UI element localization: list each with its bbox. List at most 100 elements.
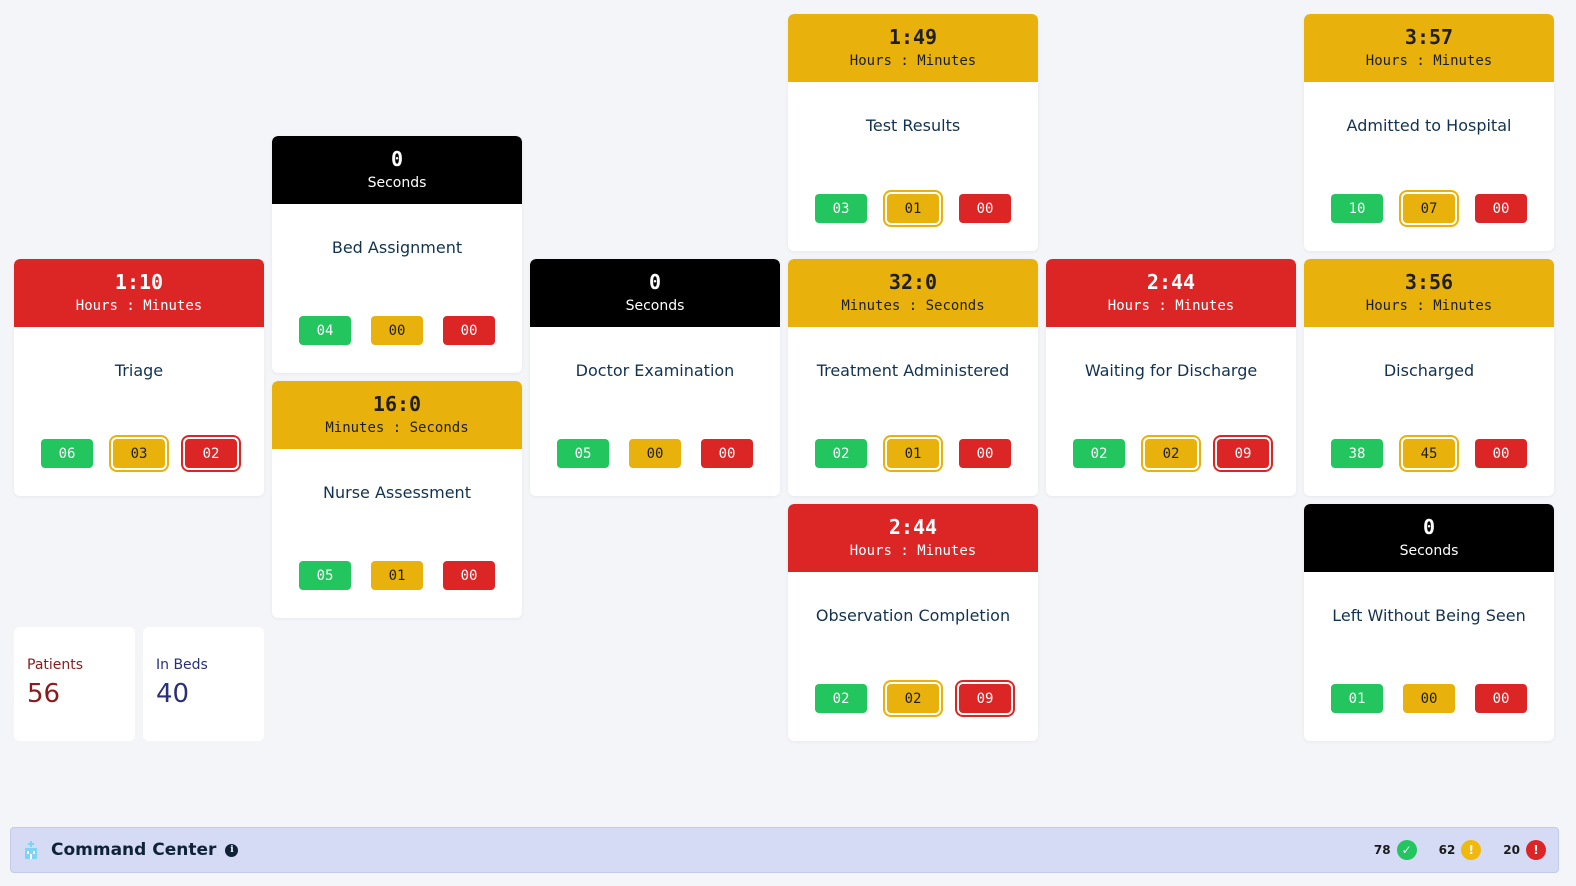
badge-row: 06 03 02	[14, 439, 264, 468]
card-title: Waiting for Discharge	[1084, 361, 1258, 380]
badge-row: 10 07 00	[1304, 194, 1554, 223]
badge-red[interactable]: 00	[443, 316, 495, 345]
badge-green[interactable]: 04	[299, 316, 351, 345]
timer-value: 0	[390, 147, 404, 171]
badge-yellow[interactable]: 07	[1403, 194, 1455, 223]
card-nurse-assessment[interactable]: 16:0 Minutes : Seconds Nurse Assessment …	[272, 381, 522, 618]
timer-unit: Hours : Minutes	[1365, 298, 1493, 314]
card-triage[interactable]: 1:10 Hours : Minutes Triage 06 03 02	[14, 259, 264, 496]
timer-unit: Hours : Minutes	[1365, 53, 1493, 69]
badge-row: 02 02 09	[788, 684, 1038, 713]
badge-yellow[interactable]: 01	[887, 439, 939, 468]
card-title: Discharged	[1383, 361, 1475, 380]
badge-green[interactable]: 02	[815, 439, 867, 468]
counter-value: 62	[1438, 843, 1456, 857]
timer-value: 0	[648, 270, 662, 294]
badge-yellow[interactable]: 01	[371, 561, 423, 590]
card-waiting-for-discharge[interactable]: 2:44 Hours : Minutes Waiting for Dischar…	[1046, 259, 1296, 496]
badge-row: 01 00 00	[1304, 684, 1554, 713]
timer-value: 16:0	[372, 392, 422, 416]
counter-warning[interactable]: 62 !	[1439, 840, 1482, 860]
timer-value: 3:57	[1404, 25, 1454, 49]
counter-value: 78	[1373, 843, 1391, 857]
badge-green[interactable]: 03	[815, 194, 867, 223]
badge-red[interactable]: 00	[959, 194, 1011, 223]
stat-label: In Beds	[156, 657, 208, 673]
badge-red[interactable]: 02	[185, 439, 237, 468]
badge-yellow[interactable]: 02	[1145, 439, 1197, 468]
badge-yellow[interactable]: 00	[629, 439, 681, 468]
timer-unit: Seconds	[367, 175, 427, 191]
card-title: Admitted to Hospital	[1346, 116, 1512, 135]
card-doctor-examination[interactable]: 0 Seconds Doctor Examination 05 00 00	[530, 259, 780, 496]
badge-red[interactable]: 00	[443, 561, 495, 590]
timer-unit: Seconds	[1399, 543, 1459, 559]
card-discharged[interactable]: 3:56 Hours : Minutes Discharged 38 45 00	[1304, 259, 1554, 496]
badge-row: 04 00 00	[272, 316, 522, 345]
stat-patients: Patients 56	[14, 627, 135, 741]
badge-yellow[interactable]: 00	[1403, 684, 1455, 713]
badge-green[interactable]: 10	[1331, 194, 1383, 223]
badge-row: 05 00 00	[530, 439, 780, 468]
stat-label: Patients	[27, 657, 84, 673]
counter-alert[interactable]: 20 !	[1503, 840, 1546, 860]
card-admitted-to-hospital[interactable]: 3:57 Hours : Minutes Admitted to Hospita…	[1304, 14, 1554, 251]
badge-green[interactable]: 02	[815, 684, 867, 713]
badge-row: 05 01 00	[272, 561, 522, 590]
counter-ok[interactable]: 78 ✓	[1374, 840, 1417, 860]
badge-green[interactable]: 02	[1073, 439, 1125, 468]
stat-value: 56	[27, 679, 61, 709]
card-test-results[interactable]: 1:49 Hours : Minutes Test Results 03 01 …	[788, 14, 1038, 251]
badge-row: 02 01 00	[788, 439, 1038, 468]
card-treatment-administered[interactable]: 32:0 Minutes : Seconds Treatment Adminis…	[788, 259, 1038, 496]
timer-header: 1:10 Hours : Minutes	[14, 259, 264, 327]
timer-value: 1:10	[114, 270, 164, 294]
card-title: Observation Completion	[815, 606, 1011, 625]
card-left-without-being-seen[interactable]: 0 Seconds Left Without Being Seen 01 00 …	[1304, 504, 1554, 741]
badge-yellow[interactable]: 45	[1403, 439, 1455, 468]
badge-red[interactable]: 00	[701, 439, 753, 468]
badge-red[interactable]: 00	[1475, 194, 1527, 223]
card-observation-completion[interactable]: 2:44 Hours : Minutes Observation Complet…	[788, 504, 1038, 741]
stat-in-beds: In Beds 40	[143, 627, 264, 741]
badge-red[interactable]: 00	[1475, 439, 1527, 468]
stat-value: 40	[156, 679, 190, 709]
badge-red[interactable]: 09	[959, 684, 1011, 713]
timer-unit: Seconds	[625, 298, 685, 314]
badge-row: 03 01 00	[788, 194, 1038, 223]
badge-yellow[interactable]: 02	[887, 684, 939, 713]
card-title: Test Results	[865, 116, 961, 135]
timer-unit: Hours : Minutes	[1107, 298, 1235, 314]
badge-green[interactable]: 38	[1331, 439, 1383, 468]
timer-header: 2:44 Hours : Minutes	[788, 504, 1038, 572]
badge-green[interactable]: 05	[557, 439, 609, 468]
timer-value: 32:0	[888, 270, 938, 294]
timer-header: 0 Seconds	[272, 136, 522, 204]
badge-yellow[interactable]: 03	[113, 439, 165, 468]
timer-header: 1:49 Hours : Minutes	[788, 14, 1038, 82]
timer-value: 2:44	[888, 515, 938, 539]
status-counters: 78 ✓ 62 ! 20 !	[1374, 840, 1546, 860]
badge-green[interactable]: 05	[299, 561, 351, 590]
timer-unit: Hours : Minutes	[849, 53, 977, 69]
timer-unit: Minutes : Seconds	[325, 420, 469, 436]
badge-yellow[interactable]: 00	[371, 316, 423, 345]
timer-header: 0 Seconds	[530, 259, 780, 327]
badge-red[interactable]: 09	[1217, 439, 1269, 468]
badge-row: 38 45 00	[1304, 439, 1554, 468]
timer-header: 32:0 Minutes : Seconds	[788, 259, 1038, 327]
badge-yellow[interactable]: 01	[887, 194, 939, 223]
card-title: Nurse Assessment	[323, 483, 471, 502]
card-bed-assignment[interactable]: 0 Seconds Bed Assignment 04 00 00	[272, 136, 522, 373]
timer-value: 0	[1422, 515, 1436, 539]
badge-red[interactable]: 00	[1475, 684, 1527, 713]
alert-icon: !	[1526, 840, 1546, 860]
badge-green[interactable]: 06	[41, 439, 93, 468]
timer-header: 16:0 Minutes : Seconds	[272, 381, 522, 449]
timer-value: 2:44	[1146, 270, 1196, 294]
info-icon[interactable]: i	[225, 843, 239, 857]
timer-unit: Hours : Minutes	[75, 298, 203, 314]
badge-red[interactable]: 00	[959, 439, 1011, 468]
timer-value: 1:49	[888, 25, 938, 49]
badge-green[interactable]: 01	[1331, 684, 1383, 713]
